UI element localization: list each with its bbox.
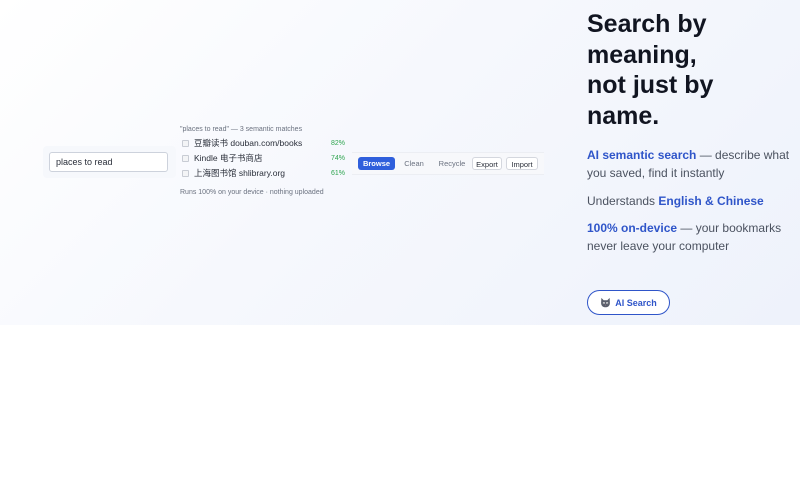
recycle-button[interactable]: Recycle [434,157,470,170]
feature-languages: Understands English & Chinese [587,192,792,210]
result-item[interactable]: 豆瓣读书 douban.com/books 82% [180,136,350,151]
cat-face-icon [601,297,611,308]
feature-highlight: English & Chinese [658,194,764,208]
search-box [43,146,176,178]
ai-search-label: AI Search [615,297,657,308]
hero-section: "places to read" — 3 semantic matches 豆瓣… [0,0,800,325]
feature-highlight: AI semantic search [587,148,697,162]
feature-text: Understands [587,194,659,208]
feature-on-device: 100% on-device — your bookmarks never le… [587,219,792,255]
headline-line: not just by [587,71,714,99]
headline: Search by meaning, not just by name. [587,9,797,131]
search-input[interactable] [49,152,168,172]
ai-search-button[interactable]: AI Search [587,290,670,315]
result-checkbox[interactable] [182,140,189,147]
result-checkbox[interactable] [182,155,189,162]
feature-semantic-search: AI semantic search — describe what you s… [587,146,792,182]
headline-line: meaning, [587,40,697,69]
clean-button[interactable]: Clean [400,157,428,170]
import-button[interactable]: Import [506,157,538,170]
results-caption: "places to read" — 3 semantic matches [180,126,303,133]
result-score: 82% [330,140,345,147]
privacy-note: Runs 100% on your device · nothing uploa… [180,189,324,196]
result-label: 上海图书馆 shlibrary.org [194,168,285,178]
search-results-panel: "places to read" — 3 semantic matches 豆瓣… [180,124,350,196]
toolbar: Browse Clean Recycle Export Import [352,152,544,175]
result-label: 豆瓣读书 douban.com/books [194,138,303,148]
browse-button[interactable]: Browse [358,157,395,170]
headline-line: name. [587,101,660,130]
export-button[interactable]: Export [472,157,502,170]
feature-highlight: 100% on-device [587,221,678,235]
result-label: Kindle 电子书商店 [194,153,263,163]
result-item[interactable]: 上海图书馆 shlibrary.org 61% [180,166,350,181]
result-checkbox[interactable] [182,170,189,177]
result-item[interactable]: Kindle 电子书商店 74% [180,151,350,166]
result-score: 61% [330,170,345,177]
result-score: 74% [330,155,345,162]
headline-line: Search by [587,10,707,38]
